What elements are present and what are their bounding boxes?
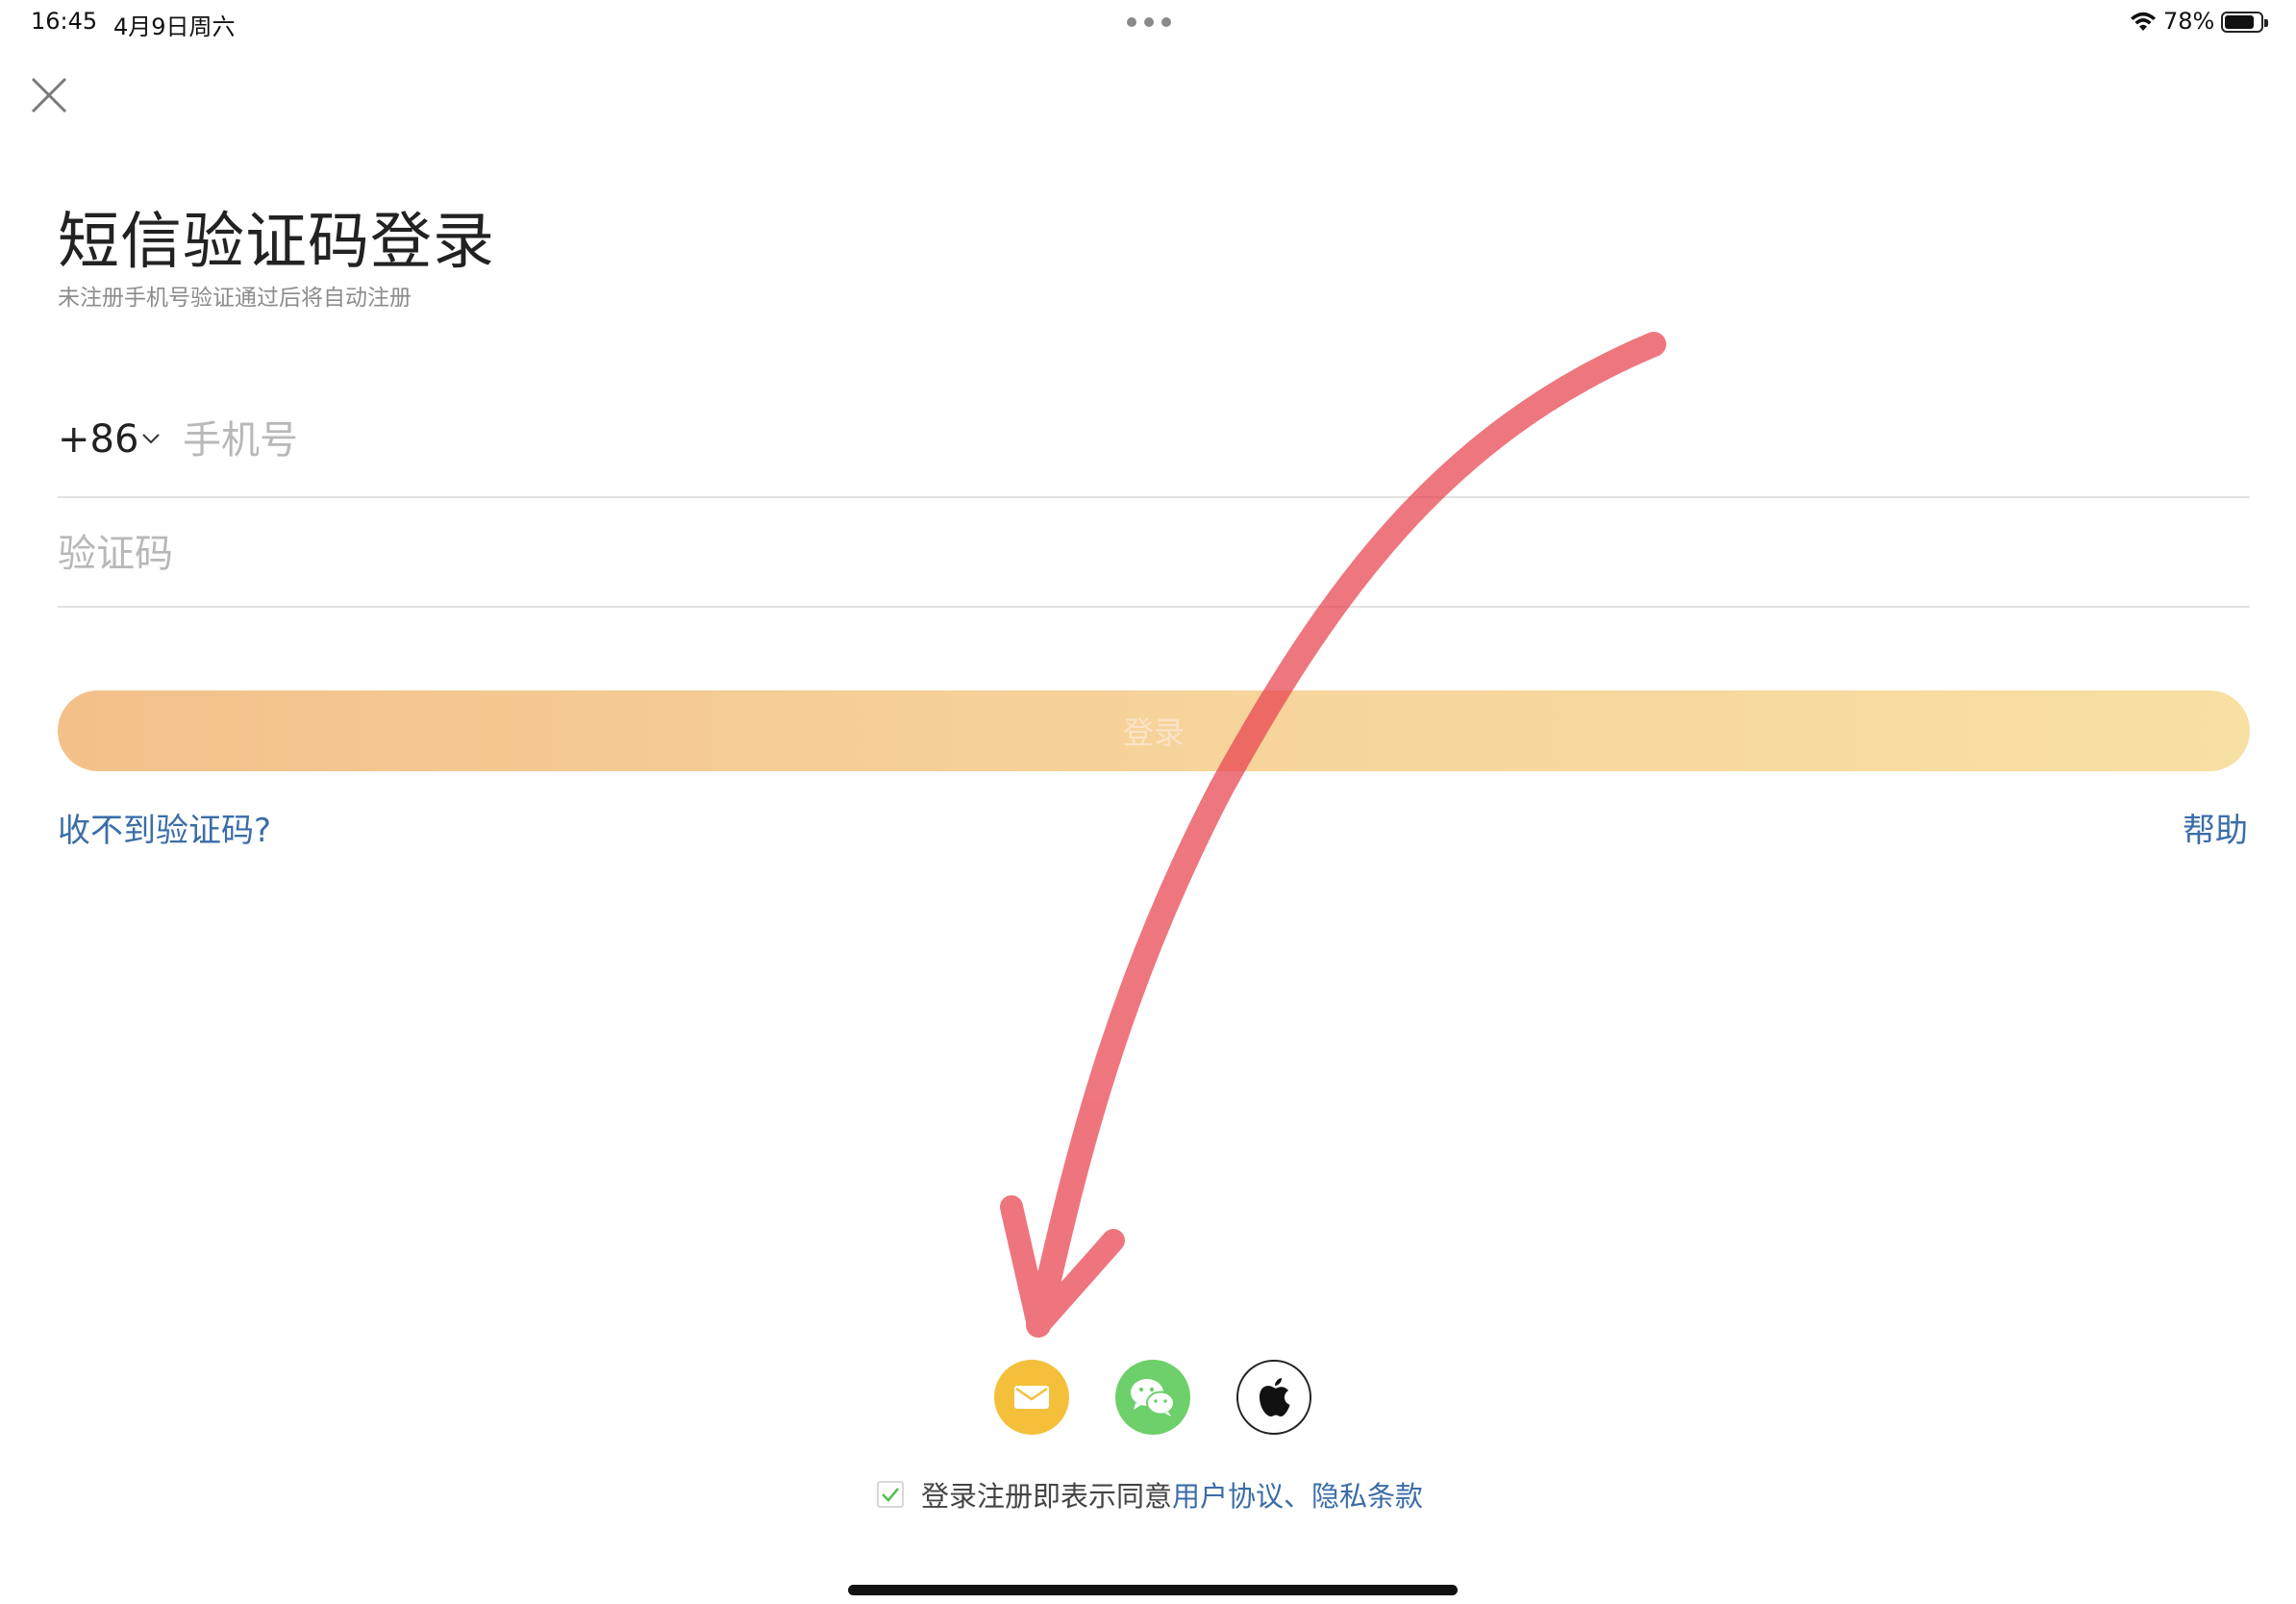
user-agreement-link[interactable]: 用户协议 [1172,1474,1284,1515]
battery-percent: 78% [2163,8,2215,35]
checkmark-icon [882,1488,899,1502]
page-title: 短信验证码登录 [58,207,495,278]
agreement-separator: 、 [1284,1480,1312,1513]
code-field-row [58,519,2250,608]
page-subtitle: 未注册手机号验证通过后将自动注册 [58,286,412,311]
chevron-down-icon[interactable] [140,431,162,446]
agreement-text: 登录注册即表示同意 [921,1480,1173,1513]
multitasking-dots-icon[interactable] [1127,17,1171,27]
wechat-login-button[interactable] [1115,1360,1190,1435]
apple-login-button[interactable] [1236,1360,1311,1435]
home-indicator[interactable] [848,1585,1458,1595]
no-code-link[interactable]: 收不到验证码? [58,804,271,851]
close-icon[interactable] [29,75,69,115]
verification-code-input[interactable] [58,525,827,583]
phone-field-row: +86 [58,412,2250,498]
wifi-icon [2131,12,2156,31]
agreement-checkbox[interactable] [877,1481,904,1508]
country-code-selector[interactable]: +86 [58,417,138,462]
login-button[interactable]: 登录 [58,690,2250,771]
mail-icon [1014,1386,1049,1409]
status-bar: 16:45 4月9日周六 78% [0,0,2296,46]
help-link[interactable]: 帮助 [2183,804,2248,851]
privacy-policy-link[interactable]: 隐私条款 [1311,1474,1423,1515]
agreement-row: 登录注册即表示同意 用户协议 、 隐私条款 [877,1475,1423,1514]
apple-icon [1260,1378,1290,1416]
email-login-button[interactable] [994,1360,1069,1435]
status-date: 4月9日周六 [113,13,236,40]
status-time: 16:45 [31,8,98,35]
battery-icon [2221,12,2268,33]
wechat-icon [1131,1379,1175,1416]
phone-input[interactable] [183,412,952,469]
